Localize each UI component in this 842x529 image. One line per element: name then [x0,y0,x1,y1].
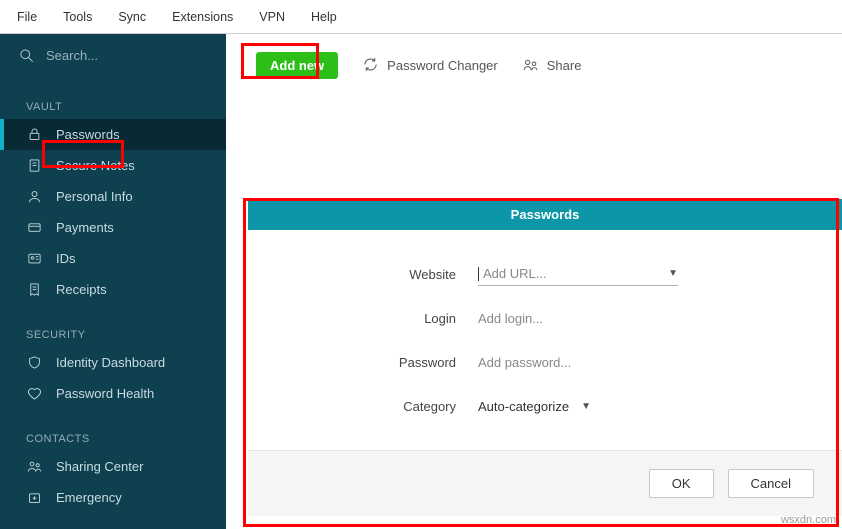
share-button[interactable]: Share [522,56,582,76]
sidebar-item-ids[interactable]: IDs [0,243,226,274]
search-input[interactable]: Search... [0,34,226,77]
login-field[interactable]: Add login... [478,306,678,330]
share-icon [522,56,539,76]
section-security: SECURITY [0,305,226,347]
people-icon [26,459,42,474]
sidebar-item-emergency[interactable]: Emergency [0,482,226,513]
password-changer-button[interactable]: Password Changer [362,56,498,76]
menu-file[interactable]: File [4,6,50,28]
sidebar-item-personal-info[interactable]: Personal Info [0,181,226,212]
sidebar-item-payments[interactable]: Payments [0,212,226,243]
chevron-down-icon[interactable]: ▼ [581,401,591,412]
ok-button[interactable]: OK [649,469,714,498]
menu-tools[interactable]: Tools [50,6,105,28]
sidebar: Search... VAULT Passwords Secure Notes P… [0,34,226,529]
category-label: Category [308,399,478,414]
card-icon [26,220,42,235]
receipt-icon [26,282,42,297]
toolbar-label: Password Changer [387,58,498,73]
menu-vpn[interactable]: VPN [246,6,298,28]
password-field[interactable]: Add password... [478,350,678,374]
password-placeholder: Add password... [478,355,571,370]
password-label: Password [308,355,478,370]
heart-icon [26,386,42,401]
sidebar-item-identity-dashboard[interactable]: Identity Dashboard [0,347,226,378]
search-icon [18,48,34,63]
section-contacts: CONTACTS [0,409,226,451]
sidebar-item-password-health[interactable]: Password Health [0,378,226,409]
sidebar-item-label: Emergency [56,490,122,505]
login-label: Login [308,311,478,326]
text-cursor [478,267,479,281]
id-icon [26,251,42,266]
lock-icon [26,127,42,142]
sidebar-item-label: Personal Info [56,189,133,204]
watermark: wsxdn.com [781,514,836,526]
toolbar-label: Share [547,58,582,73]
sidebar-item-secure-notes[interactable]: Secure Notes [0,150,226,181]
refresh-icon [362,56,379,76]
sidebar-item-label: Payments [56,220,114,235]
website-placeholder: Add URL... [483,266,547,281]
sidebar-item-label: Receipts [56,282,107,297]
sidebar-item-passwords[interactable]: Passwords [0,119,226,150]
login-placeholder: Add login... [478,311,543,326]
sidebar-item-label: Password Health [56,386,154,401]
chevron-down-icon[interactable]: ▼ [668,268,678,279]
sidebar-item-label: IDs [56,251,76,266]
sidebar-item-label: Sharing Center [56,459,143,474]
password-dialog: Passwords Website Add URL... ▼ Login Add… [248,199,842,529]
section-vault: VAULT [0,77,226,119]
menu-extensions[interactable]: Extensions [159,6,246,28]
search-placeholder: Search... [46,48,98,63]
main-area: Add new Password Changer Share Passwords… [226,34,842,529]
category-select[interactable]: Auto-categorize ▼ [478,394,678,418]
plus-icon [26,490,42,505]
dialog-title: Passwords [248,199,842,230]
menu-sync[interactable]: Sync [105,6,159,28]
sidebar-item-label: Passwords [56,127,120,142]
note-icon [26,158,42,173]
sidebar-item-label: Identity Dashboard [56,355,165,370]
sidebar-item-sharing-center[interactable]: Sharing Center [0,451,226,482]
menu-help[interactable]: Help [298,6,350,28]
person-icon [26,189,42,204]
add-new-button[interactable]: Add new [256,52,338,79]
website-label: Website [308,267,478,282]
category-value: Auto-categorize [478,399,569,414]
menu-bar: File Tools Sync Extensions VPN Help [0,0,842,34]
website-field[interactable]: Add URL... ▼ [478,262,678,286]
cancel-button[interactable]: Cancel [728,469,814,498]
toolbar: Add new Password Changer Share [226,34,842,97]
sidebar-item-receipts[interactable]: Receipts [0,274,226,305]
shield-icon [26,355,42,370]
sidebar-item-label: Secure Notes [56,158,135,173]
